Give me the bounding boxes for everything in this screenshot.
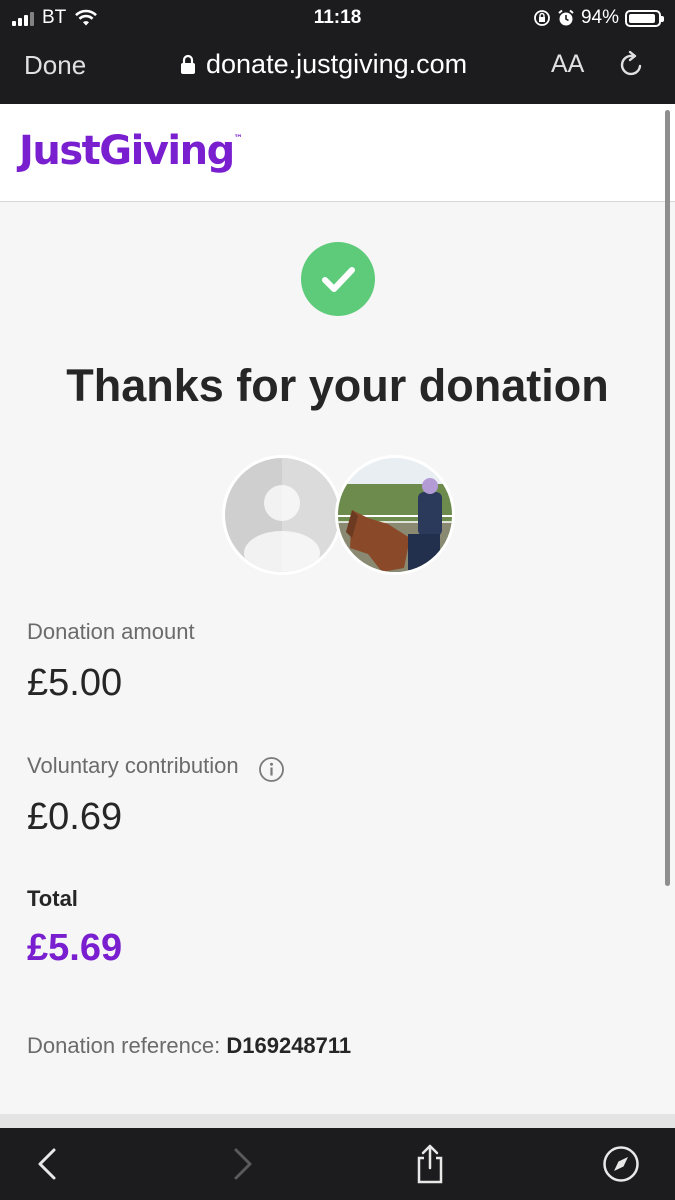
site-header: JustGiving™ bbox=[0, 104, 675, 202]
default-user-icon bbox=[225, 458, 339, 572]
info-icon[interactable] bbox=[258, 756, 285, 783]
check-circle-icon bbox=[301, 242, 375, 316]
total-label: Total bbox=[27, 886, 78, 911]
lock-icon bbox=[181, 54, 195, 74]
browser-url-bar: Done donate.justgiving.com AA bbox=[0, 36, 675, 104]
compass-icon[interactable] bbox=[601, 1144, 641, 1184]
reader-text-size-button[interactable]: AA bbox=[551, 50, 584, 79]
url-text: donate.justgiving.com bbox=[206, 49, 468, 79]
status-bar: BT 11:18 94% bbox=[0, 0, 675, 36]
justgiving-logo[interactable]: JustGiving™ bbox=[19, 128, 243, 174]
donation-reference: Donation reference: D169248711 bbox=[27, 1033, 351, 1059]
donor-avatar bbox=[222, 455, 342, 575]
address-field[interactable]: donate.justgiving.com bbox=[180, 49, 467, 80]
battery-percent: 94% bbox=[580, 7, 619, 28]
reference-value: D169248711 bbox=[226, 1033, 352, 1058]
page-title: Thanks for your donation bbox=[66, 360, 609, 411]
status-right: 94% bbox=[533, 7, 664, 29]
horse-rider-photo bbox=[338, 458, 452, 572]
rotation-lock-icon bbox=[534, 10, 550, 26]
browser-toolbar bbox=[0, 1128, 675, 1200]
share-icon[interactable] bbox=[410, 1144, 450, 1184]
alarm-icon bbox=[558, 9, 574, 26]
chevron-left-icon[interactable] bbox=[28, 1144, 68, 1184]
check-mark-icon bbox=[322, 267, 355, 292]
scrollbar[interactable] bbox=[665, 110, 670, 886]
aa-label: AA bbox=[551, 50, 585, 78]
voluntary-contribution-value: £0.69 bbox=[27, 796, 123, 838]
footer-strip bbox=[0, 1114, 675, 1128]
done-button[interactable]: Done bbox=[24, 50, 86, 81]
donation-amount-value: £5.00 bbox=[27, 662, 123, 704]
reference-label: Donation reference: bbox=[27, 1033, 221, 1058]
total-value: £5.69 bbox=[27, 927, 123, 969]
logo-text: JustGiving bbox=[19, 128, 235, 174]
logo-trademark: ™ bbox=[233, 134, 243, 144]
battery-icon bbox=[625, 9, 664, 27]
voluntary-contribution-label: Voluntary contribution bbox=[27, 753, 239, 778]
donation-amount-label: Donation amount bbox=[27, 619, 195, 644]
fundraiser-avatar bbox=[335, 455, 455, 575]
chevron-right-icon[interactable] bbox=[222, 1144, 262, 1184]
battery-fill bbox=[629, 13, 656, 23]
reload-icon[interactable] bbox=[614, 48, 648, 82]
